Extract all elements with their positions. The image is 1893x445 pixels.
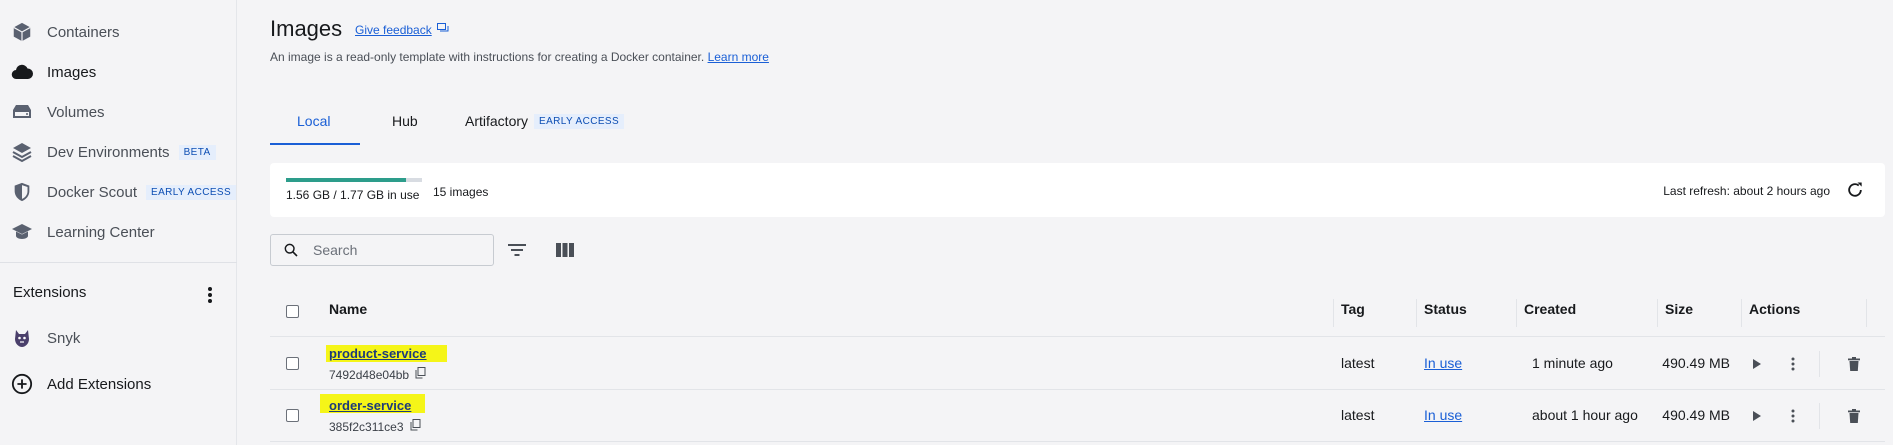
image-id: 385f2c311ce3 (329, 419, 421, 434)
early-access-badge: EARLY ACCESS (534, 114, 625, 129)
disk-usage-fill (286, 178, 406, 182)
sidebar-item-add-extensions[interactable]: Add Extensions (0, 368, 237, 400)
disk-usage-bar (286, 178, 422, 182)
disk-usage-text: 1.56 GB / 1.77 GB in use (286, 188, 420, 202)
shield-icon (10, 180, 34, 204)
image-count: 15 images (433, 185, 489, 199)
sidebar-item-snyk[interactable]: Snyk (0, 322, 237, 354)
feedback-icon (436, 23, 449, 37)
learning-icon (10, 220, 34, 244)
row-checkbox[interactable] (286, 357, 299, 370)
sidebar-divider (0, 262, 237, 263)
sidebar-item-dev-environments[interactable]: Dev Environments BETA (0, 136, 237, 168)
dev-env-icon (10, 140, 34, 164)
sidebar-item-label: Dev Environments BETA (47, 144, 216, 161)
search-input[interactable] (313, 242, 473, 258)
learn-more-link[interactable]: Learn more (708, 50, 769, 64)
sidebar-item-volumes[interactable]: Volumes (0, 96, 237, 128)
search-icon (283, 241, 301, 259)
column-actions: Actions (1749, 301, 1801, 317)
columns-icon[interactable] (552, 238, 578, 262)
table-header: Name Tag Status Created Size Actions (270, 289, 1885, 337)
early-access-badge: EARLY ACCESS (146, 184, 237, 200)
copy-icon[interactable] (410, 419, 421, 434)
tab-local[interactable]: Local (297, 113, 330, 153)
delete-icon[interactable] (1844, 354, 1864, 374)
cloud-icon (10, 60, 34, 84)
sidebar-item-label: Volumes (47, 103, 105, 121)
image-name-link[interactable]: order-service (329, 398, 411, 413)
image-name-link[interactable]: product-service (329, 346, 427, 361)
column-created[interactable]: Created (1524, 301, 1576, 317)
main-content: Images Give feedback An image is a read-… (238, 0, 1893, 445)
extensions-menu-icon[interactable] (200, 284, 220, 306)
size-cell: 490.49 MB (1662, 355, 1730, 371)
run-icon[interactable] (1747, 406, 1767, 426)
filter-icon[interactable] (504, 238, 530, 262)
give-feedback-link[interactable]: Give feedback (355, 23, 449, 37)
sidebar-item-label: Docker Scout EARLY ACCESS (47, 184, 237, 201)
sidebar-item-label: Images (47, 63, 97, 81)
sidebar-item-images[interactable]: Images (0, 56, 237, 88)
tag-cell: latest (1341, 355, 1375, 371)
image-id: 7492d48e04bb (329, 367, 426, 382)
more-options-icon[interactable] (1783, 354, 1803, 374)
run-icon[interactable] (1747, 354, 1767, 374)
beta-badge: BETA (178, 144, 216, 160)
sidebar-item-label: Containers (47, 23, 120, 41)
search-field[interactable] (270, 234, 494, 266)
status-in-use-link[interactable]: In use (1424, 355, 1462, 371)
add-circle-icon (10, 372, 34, 396)
delete-icon[interactable] (1844, 406, 1864, 426)
tab-hub[interactable]: Hub (392, 113, 418, 153)
more-options-icon[interactable] (1783, 406, 1803, 426)
sidebar-item-containers[interactable]: Containers (0, 16, 237, 48)
select-all-checkbox[interactable] (286, 305, 299, 318)
page-subtitle: An image is a read-only template with in… (270, 50, 769, 64)
sidebar-item-learning-center[interactable]: Learning Center (0, 216, 237, 248)
extensions-heading: Extensions (13, 284, 87, 301)
table-row[interactable]: product-service 7492d48e04bb latest In u… (270, 338, 1885, 390)
column-status[interactable]: Status (1424, 301, 1467, 317)
created-cell: 1 minute ago (1532, 355, 1613, 371)
disk-usage-card: 1.56 GB / 1.77 GB in use 15 images Last … (270, 163, 1885, 217)
sidebar-item-label: Learning Center (47, 223, 155, 241)
column-size[interactable]: Size (1665, 301, 1693, 317)
sidebar-item-label: Add Extensions (47, 375, 152, 393)
last-refresh-text: Last refresh: about 2 hours ago (1663, 184, 1830, 198)
tab-artifactory[interactable]: Artifactory EARLY ACCESS (465, 113, 625, 153)
sidebar-item-label: Snyk (47, 329, 81, 347)
active-tab-indicator (270, 143, 360, 145)
copy-icon[interactable] (415, 367, 426, 382)
page-title: Images (270, 16, 343, 41)
row-checkbox[interactable] (286, 409, 299, 422)
sidebar-item-docker-scout[interactable]: Docker Scout EARLY ACCESS (0, 176, 237, 208)
refresh-icon[interactable] (1843, 178, 1867, 202)
sidebar: Containers Images Volumes Dev Environmen… (0, 0, 237, 445)
status-in-use-link[interactable]: In use (1424, 407, 1462, 423)
size-cell: 490.49 MB (1662, 407, 1730, 423)
table-row[interactable]: order-service 385f2c311ce3 latest In use… (270, 390, 1885, 442)
column-name[interactable]: Name (329, 301, 367, 317)
column-tag[interactable]: Tag (1341, 301, 1365, 317)
snyk-icon (10, 326, 34, 350)
tag-cell: latest (1341, 407, 1375, 423)
containers-icon (10, 20, 34, 44)
volume-icon (10, 100, 34, 124)
